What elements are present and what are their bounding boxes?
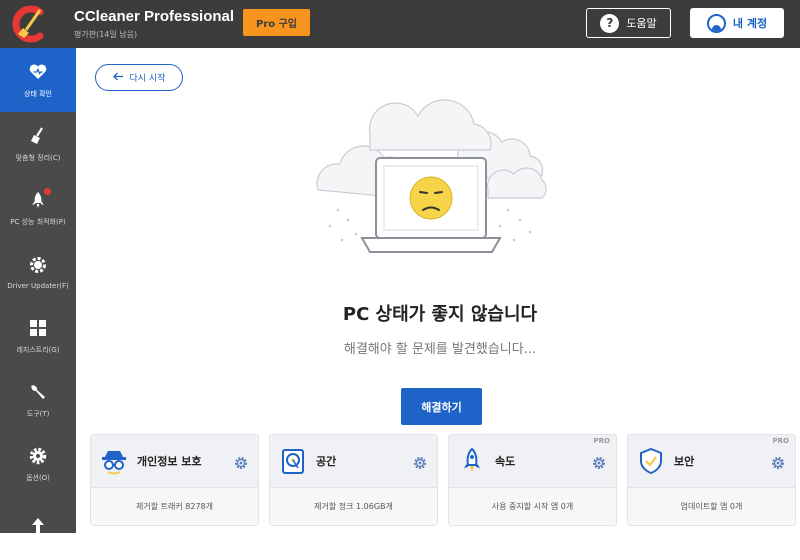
card-security[interactable]: PRO 보안 업데이트할 앱 0개: [627, 434, 796, 526]
status-title: PC 상태가 좋지 않습니다: [342, 304, 538, 325]
sidebar-item-label: 레지스트리(G): [16, 346, 60, 354]
sidebar: 상태 확인 맞춤형 정리(C) PC 성능 최적화(P) Driver Upda…: [0, 48, 76, 533]
trial-subtitle: 평가판(14일 남음): [74, 30, 138, 39]
rocket-icon: [457, 446, 487, 476]
buy-pro-button[interactable]: Pro 구입: [243, 9, 310, 36]
account-button-label: 내 계정: [732, 17, 768, 30]
card-title: 공간: [316, 455, 337, 468]
fix-button[interactable]: 해결하기: [401, 388, 482, 425]
shield-icon: [636, 446, 666, 476]
sidebar-item-performance[interactable]: PC 성능 최적화(P): [0, 176, 76, 240]
app-title: CCleaner Professional: [74, 8, 235, 25]
grid-icon: [27, 317, 49, 339]
wrench-icon: [27, 381, 49, 403]
help-button-label: 도움말: [626, 17, 657, 30]
ccleaner-logo-icon: [0, 0, 60, 48]
user-avatar-icon: [706, 13, 726, 33]
status-subtitle: 해결해야 할 문제를 발견했습니다...: [343, 342, 537, 357]
main-content: 다시 시작 PC 상태가 좋지 않습니다 해결해야 할 문제를 발견했습니다..…: [80, 48, 800, 533]
sidebar-item-upgrade[interactable]: [0, 496, 76, 560]
sad-laptop-illustration: [316, 99, 547, 253]
card-detail: 제거할 정크 1.06GB개: [270, 487, 437, 525]
card-detail: 사용 중지할 시작 앱 0개: [449, 487, 616, 525]
card-title: 보안: [674, 455, 695, 468]
pro-tag: PRO: [772, 437, 789, 445]
sidebar-item-driver-updater[interactable]: Driver Updater(F): [0, 240, 76, 304]
sidebar-item-label: PC 성능 최적화(P): [10, 218, 66, 226]
heart-icon: [27, 61, 49, 83]
card-title: 개인정보 보호: [137, 455, 202, 468]
category-cards: 개인정보 보호 제거할 트래커 8278개 공간 제거할 정크 1.06GB개 …: [90, 434, 796, 526]
sidebar-item-label: 상태 확인: [24, 90, 52, 98]
card-detail: 업데이트할 앱 0개: [628, 487, 795, 525]
header-bar: CCleaner Professional 평가판(14일 남음) Pro 구입…: [0, 0, 800, 48]
restart-button-label: 다시 시작: [129, 74, 166, 84]
sidebar-item-health-check[interactable]: 상태 확인: [0, 48, 76, 112]
arrow-left-icon: [112, 72, 124, 84]
sidebar-item-label: 도구(T): [26, 410, 50, 418]
sidebar-item-registry[interactable]: 레지스트리(G): [0, 304, 76, 368]
hard-drive-icon: [278, 446, 308, 476]
gear-chip-icon: [27, 254, 49, 276]
sidebar-item-custom-clean[interactable]: 맞춤형 정리(C): [0, 112, 76, 176]
card-detail: 제거할 트래커 8278개: [91, 487, 258, 525]
settings-icon: [27, 445, 49, 467]
card-space[interactable]: 공간 제거할 정크 1.06GB개: [269, 434, 438, 526]
card-speed[interactable]: PRO 속도 사용 중지할 시작 앱 0개: [448, 434, 617, 526]
notification-dot: [44, 188, 51, 195]
sidebar-item-label: 옵션(O): [26, 474, 50, 482]
restart-button[interactable]: 다시 시작: [95, 64, 183, 91]
account-button[interactable]: 내 계정: [690, 8, 784, 38]
card-settings-gear-icon[interactable]: [771, 455, 785, 470]
card-title: 속도: [495, 455, 516, 468]
card-settings-gear-icon[interactable]: [234, 455, 248, 470]
sidebar-item-label: 맞춤형 정리(C): [15, 154, 61, 162]
pro-tag: PRO: [593, 437, 610, 445]
rocket-icon: [27, 188, 51, 211]
broom-icon: [27, 125, 49, 147]
sidebar-item-options[interactable]: 옵션(O): [0, 432, 76, 496]
question-icon: ?: [600, 13, 620, 33]
card-settings-gear-icon[interactable]: [413, 455, 427, 470]
help-button[interactable]: ? 도움말: [586, 8, 671, 38]
privacy-detective-icon: [99, 446, 129, 476]
sidebar-item-tools[interactable]: 도구(T): [0, 368, 76, 432]
card-privacy[interactable]: 개인정보 보호 제거할 트래커 8278개: [90, 434, 259, 526]
card-settings-gear-icon[interactable]: [592, 455, 606, 470]
sidebar-item-label: Driver Updater(F): [7, 282, 69, 290]
